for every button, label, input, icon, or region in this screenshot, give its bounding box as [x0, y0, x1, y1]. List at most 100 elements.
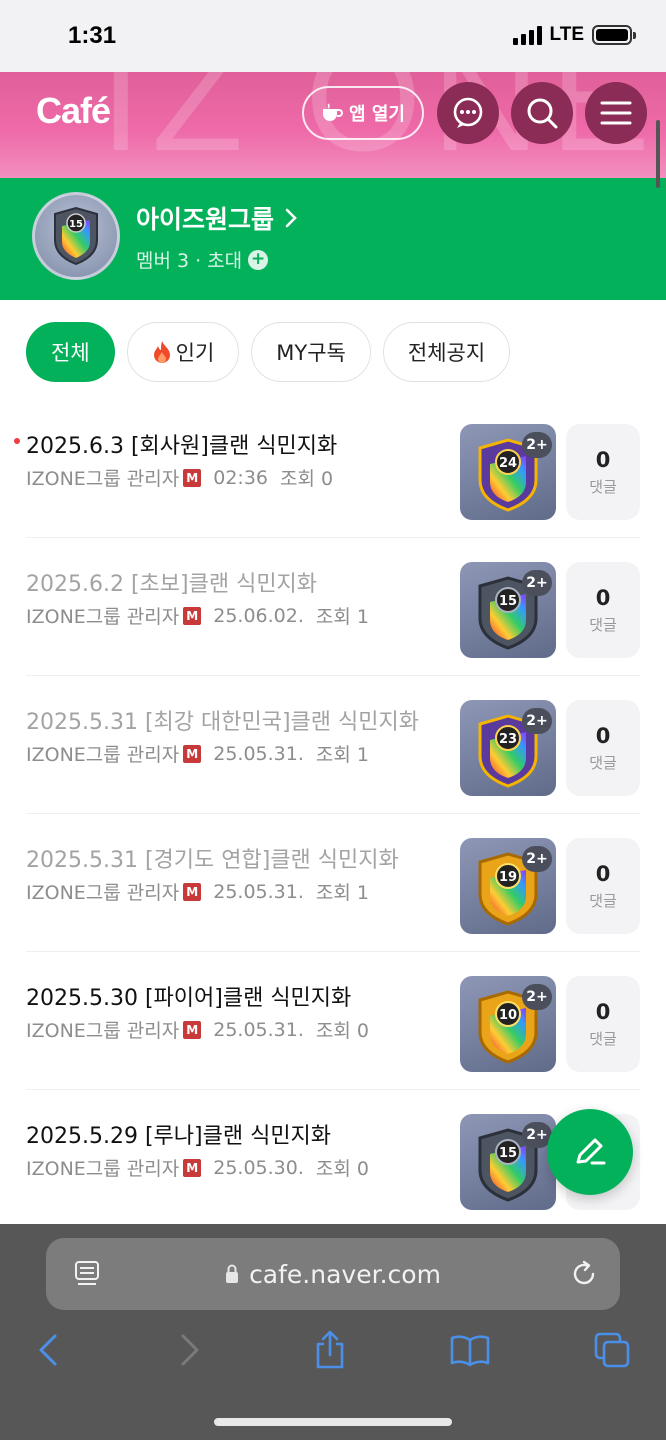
post-meta: IZONE그룹 관리자 M 25.05.31. 조회 1: [26, 878, 369, 905]
post-views: 조회 0: [315, 1158, 369, 1180]
browser-nav-row: [0, 1328, 666, 1388]
post-views: 조회 1: [315, 606, 369, 628]
comment-count: 0: [595, 861, 611, 886]
post-thumbnail[interactable]: 15 2+: [460, 1114, 556, 1210]
cafe-logo[interactable]: Café: [36, 90, 111, 132]
post-row[interactable]: 2025.5.31 [최강 대한민국]클랜 식민지화 IZONE그룹 관리자 M 25…: [26, 676, 640, 814]
tabs-icon: [594, 1332, 630, 1368]
post-thumbnail[interactable]: 10 2+: [460, 976, 556, 1072]
comment-count-box[interactable]: 0 댓글: [566, 838, 640, 934]
lock-icon: [226, 1264, 239, 1283]
url-text: cafe.naver.com: [249, 1259, 441, 1289]
post-author: IZONE그룹 관리자: [26, 1158, 180, 1180]
scroll-indicator[interactable]: [656, 120, 660, 188]
network-label: LTE: [549, 24, 584, 45]
manager-badge-icon: M: [183, 744, 202, 763]
status-time: 1:31: [68, 22, 117, 49]
share-button[interactable]: [308, 1328, 352, 1372]
comment-count: 0: [595, 723, 611, 748]
post-thumbnail[interactable]: 24 2+: [460, 424, 556, 520]
forward-arrow-icon: [181, 1334, 199, 1366]
post-author: IZONE그룹 관리자: [26, 468, 180, 490]
post-row[interactable]: 2025.6.2 [초보]클랜 식민지화 IZONE그룹 관리자 M 25.06.02…: [26, 538, 640, 676]
write-post-button[interactable]: [547, 1109, 633, 1195]
post-author: IZONE그룹 관리자: [26, 744, 180, 766]
post-meta: IZONE그룹 관리자 M 25.06.02. 조회 1: [26, 602, 369, 629]
menu-button[interactable]: [585, 82, 647, 144]
comment-count-box[interactable]: 0 댓글: [566, 700, 640, 796]
open-app-label: 앱 열기: [349, 104, 405, 125]
cafe-name-link[interactable]: 아이즈원그룹: [136, 200, 298, 236]
status-bar: 1:31 LTE: [0, 0, 666, 72]
post-meta: IZONE그룹 관리자 M 25.05.31. 조회 1: [26, 740, 369, 767]
open-app-button[interactable]: 앱 열기: [302, 86, 424, 140]
bookmarks-button[interactable]: [448, 1328, 492, 1372]
unread-dot: [14, 438, 20, 444]
share-icon: [316, 1330, 344, 1369]
back-arrow-icon: [39, 1334, 57, 1366]
browser-toolbar: cafe.naver.com: [0, 1224, 666, 1440]
rank-shield-icon: 15: [54, 206, 98, 266]
post-views: 조회 1: [315, 744, 369, 766]
reload-icon[interactable]: [570, 1260, 598, 1288]
post-author: IZONE그룹 관리자: [26, 1020, 180, 1042]
comment-count-box[interactable]: 0 댓글: [566, 424, 640, 520]
tab-popular[interactable]: 인기: [126, 322, 240, 382]
manager-badge-icon: M: [183, 882, 202, 901]
post-title[interactable]: 2025.5.30 [파이어]클랜 식민지화: [26, 980, 351, 1012]
home-indicator: [214, 1418, 452, 1426]
post-title[interactable]: 2025.5.31 [경기도 연합]클랜 식민지화: [26, 842, 399, 874]
post-thumbnail[interactable]: 19 2+: [460, 838, 556, 934]
post-thumbnail[interactable]: 15 2+: [460, 562, 556, 658]
comment-label: 댓글: [589, 753, 617, 772]
cafe-badge-level: 15: [69, 219, 83, 230]
back-button[interactable]: [26, 1328, 70, 1372]
search-button[interactable]: [511, 82, 573, 144]
cafe-member-invite: 멤버 3 · 초대: [136, 250, 243, 272]
status-indicators: LTE: [512, 24, 636, 46]
post-author: IZONE그룹 관리자: [26, 882, 180, 904]
fire-icon: [153, 341, 170, 363]
comment-count-box[interactable]: 0 댓글: [566, 562, 640, 658]
post-row[interactable]: 2025.5.30 [파이어]클랜 식민지화 IZONE그룹 관리자 M 25.05.…: [26, 952, 640, 1090]
post-title[interactable]: 2025.6.3 [회사원]클랜 식민지화: [26, 428, 337, 460]
comment-count: 0: [595, 999, 611, 1024]
signal-icon: [512, 25, 542, 45]
post-row[interactable]: 2025.6.3 [회사원]클랜 식민지화 IZONE그룹 관리자 M 02:36 조회…: [14, 400, 640, 538]
tabs-button[interactable]: [590, 1328, 634, 1372]
post-meta: IZONE그룹 관리자 M 25.05.31. 조회 0: [26, 1016, 369, 1043]
chat-bubble-icon: [453, 97, 483, 128]
post-date: 25.05.30.: [213, 1156, 304, 1179]
badge-level: 10: [499, 1008, 517, 1023]
post-list: 2025.6.3 [회사원]클랜 식민지화 IZONE그룹 관리자 M 02:36 조회…: [14, 400, 640, 1228]
chat-button[interactable]: [437, 82, 499, 144]
tab-my-subscriptions[interactable]: MY구독: [251, 322, 371, 382]
post-title[interactable]: 2025.6.2 [초보]클랜 식민지화: [26, 566, 317, 598]
manager-badge-icon: M: [183, 606, 202, 625]
post-date: 02:36: [213, 466, 268, 489]
pencil-icon: [576, 1138, 606, 1165]
board-tabs: 전체 인기 MY구독 전체공지: [26, 322, 511, 382]
post-thumbnail[interactable]: 23 2+: [460, 700, 556, 796]
manager-badge-icon: M: [183, 1158, 202, 1177]
chevron-right-icon: [285, 208, 297, 228]
post-title[interactable]: 2025.5.31 [최강 대한민국]클랜 식민지화: [26, 704, 419, 736]
comment-label: 댓글: [589, 891, 617, 910]
address-bar[interactable]: cafe.naver.com: [46, 1238, 620, 1310]
search-icon: [527, 98, 558, 129]
tab-all-notices[interactable]: 전체공지: [382, 322, 511, 382]
invite-plus-icon[interactable]: +: [248, 249, 269, 270]
tab-all[interactable]: 전체: [26, 322, 115, 382]
comment-count-box[interactable]: 0 댓글: [566, 976, 640, 1072]
cafe-header: IZ ONE Café 앱 열기: [0, 72, 666, 178]
comment-count: 0: [595, 447, 611, 472]
badge-level: 24: [499, 456, 517, 471]
comment-label: 댓글: [589, 477, 617, 496]
post-row[interactable]: 2025.5.31 [경기도 연합]클랜 식민지화 IZONE그룹 관리자 M 25.…: [26, 814, 640, 952]
post-views: 조회 1: [315, 882, 369, 904]
badge-level: 19: [499, 870, 517, 885]
cafe-avatar[interactable]: 15: [32, 192, 120, 280]
post-title[interactable]: 2025.5.29 [루나]클랜 식민지화: [26, 1118, 331, 1150]
forward-button[interactable]: [168, 1328, 212, 1372]
cafe-cup-icon: [323, 103, 343, 121]
